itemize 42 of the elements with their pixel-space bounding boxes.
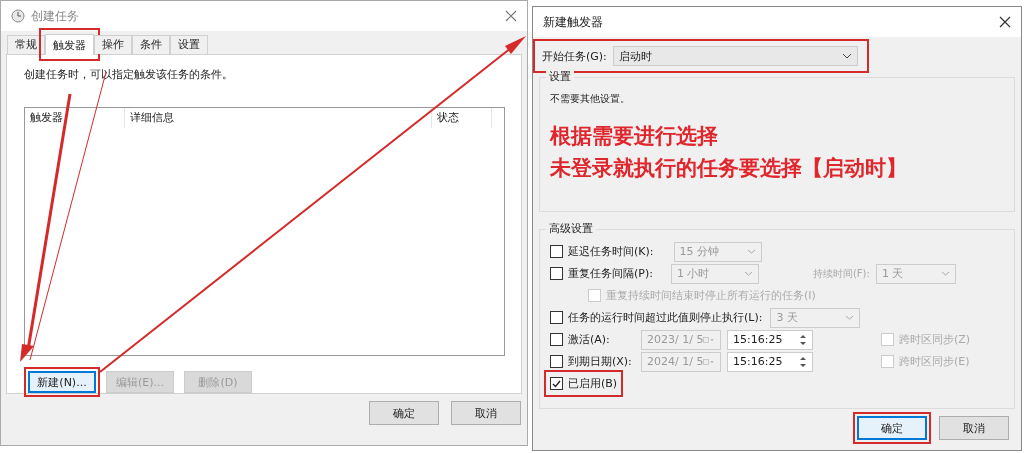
tab[interactable]: 操作 xyxy=(94,35,132,54)
annotation-text: 根据需要进行选择 xyxy=(550,123,719,150)
annotation-text: 未登录就执行的任务要选择【启动时】 xyxy=(550,155,908,182)
spinner-arrows-icon xyxy=(799,332,807,347)
chevron-down-icon xyxy=(743,271,753,276)
checkbox[interactable]: 已启用(B) xyxy=(550,376,618,391)
tab[interactable]: 条件 xyxy=(132,35,170,54)
group-title: 高级设置 xyxy=(546,221,596,236)
checkmark-icon xyxy=(552,379,561,388)
checkbox[interactable]: 重复任务间隔(P): xyxy=(550,266,653,281)
chevron-down-icon xyxy=(845,315,855,320)
chevron-down-icon xyxy=(940,271,950,276)
checkbox[interactable]: 延迟任务时间(K): xyxy=(550,244,654,259)
begin-task-dropdown[interactable]: 启动时 xyxy=(612,46,858,66)
column-header[interactable]: 详细信息 xyxy=(125,108,432,128)
chevron-down-icon xyxy=(841,53,852,59)
group-title: 设置 xyxy=(546,69,574,84)
calendar-dropdown-icon xyxy=(703,335,715,344)
dialog-button[interactable]: 取消 xyxy=(451,401,521,425)
checkbox[interactable]: 激活(A): xyxy=(550,332,635,347)
column-header[interactable]: 触发器 xyxy=(25,108,125,128)
spinner-arrows-icon xyxy=(799,354,807,369)
dialog-button[interactable]: 确定 xyxy=(369,401,439,425)
window-title: 新建触发器 xyxy=(543,13,603,31)
checkbox[interactable]: 任务的运行时间超过此值则停止执行(L): xyxy=(550,310,763,325)
tab[interactable]: 设置 xyxy=(170,35,208,54)
close-icon[interactable] xyxy=(999,16,1011,28)
settings-text: 不需要其他设置。 xyxy=(550,92,631,106)
description-text: 创建任务时，可以指定触发该任务的条件。 xyxy=(24,67,234,82)
clock-icon xyxy=(11,9,25,23)
chevron-down-icon xyxy=(746,249,756,254)
dialog-button[interactable]: 取消 xyxy=(939,416,1009,440)
checkbox[interactable]: 到期日期(X): xyxy=(550,354,635,369)
tab[interactable]: 触发器 xyxy=(45,34,94,55)
calendar-dropdown-icon xyxy=(703,357,715,366)
field-label: 开始任务(G): xyxy=(542,48,607,64)
window-title: 创建任务 xyxy=(31,7,79,25)
tab[interactable]: 常规 xyxy=(7,35,45,54)
time-spinner[interactable]: 15:16:25 xyxy=(727,329,813,350)
field-label: 持续时间(F): xyxy=(812,266,870,281)
time-spinner[interactable]: 15:16:25 xyxy=(727,351,813,372)
column-header[interactable]: 状态 xyxy=(432,108,492,128)
